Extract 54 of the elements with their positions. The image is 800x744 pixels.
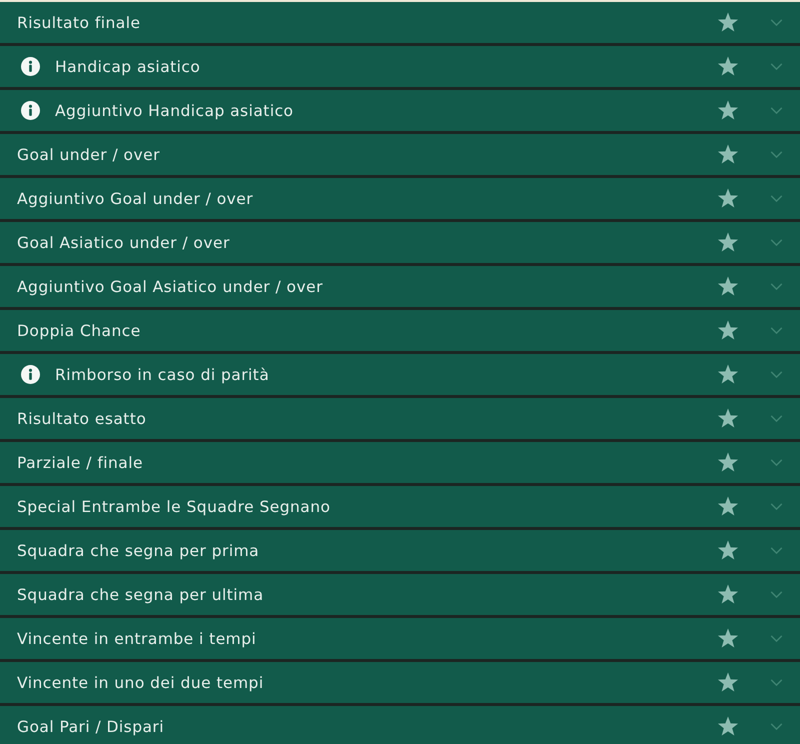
star-icon[interactable]: [717, 496, 739, 517]
star-icon[interactable]: [717, 716, 739, 737]
star-icon[interactable]: [717, 452, 739, 473]
market-name: Doppia Chance: [17, 322, 142, 340]
market-row[interactable]: Aggiuntivo Handicap asiatico: [0, 90, 800, 134]
market-name: Goal Pari / Dispari: [17, 718, 166, 736]
market-row[interactable]: Vincente in entrambe i tempi: [0, 618, 800, 662]
market-row[interactable]: Risultato finale: [0, 2, 800, 46]
star-icon[interactable]: [717, 188, 739, 209]
market-row[interactable]: Vincente in uno dei due tempi: [0, 662, 800, 706]
star-icon[interactable]: [717, 408, 739, 429]
market-name: Handicap asiatico: [55, 58, 202, 76]
star-icon[interactable]: [717, 584, 739, 605]
market-name: Risultato finale: [17, 14, 142, 32]
market-row[interactable]: Goal Pari / Dispari: [0, 706, 800, 744]
star-icon[interactable]: [717, 672, 739, 693]
star-icon[interactable]: [717, 540, 739, 561]
market-name: Squadra che segna per ultima: [17, 586, 265, 604]
market-name: Vincente in uno dei due tempi: [17, 674, 265, 692]
market-name: Goal Asiatico under / over: [17, 234, 231, 252]
market-row[interactable]: Risultato esatto: [0, 398, 800, 442]
market-name: Goal under / over: [17, 146, 161, 164]
star-icon[interactable]: [717, 364, 739, 385]
market-row[interactable]: Parziale / finale: [0, 442, 800, 486]
info-icon[interactable]: [21, 57, 40, 76]
star-icon[interactable]: [717, 232, 739, 253]
market-row[interactable]: Goal under / over: [0, 134, 800, 178]
star-icon[interactable]: [717, 320, 739, 341]
market-name: Squadra che segna per prima: [17, 542, 260, 560]
market-row[interactable]: Squadra che segna per prima: [0, 530, 800, 574]
info-icon[interactable]: [21, 365, 40, 384]
market-name: Aggiuntivo Handicap asiatico: [55, 102, 294, 120]
market-row[interactable]: Special Entrambe le Squadre Segnano: [0, 486, 800, 530]
market-row[interactable]: Doppia Chance: [0, 310, 800, 354]
market-name: Risultato esatto: [17, 410, 148, 428]
market-name: Rimborso in caso di parità: [55, 366, 270, 384]
market-name: Aggiuntivo Goal under / over: [17, 190, 254, 208]
market-name: Special Entrambe le Squadre Segnano: [17, 498, 332, 516]
market-name: Aggiuntivo Goal Asiatico under / over: [17, 278, 324, 296]
star-icon[interactable]: [717, 100, 739, 121]
star-icon[interactable]: [717, 628, 739, 649]
market-row[interactable]: Squadra che segna per ultima: [0, 574, 800, 618]
market-row[interactable]: Aggiuntivo Goal Asiatico under / over: [0, 266, 800, 310]
market-name: Parziale / finale: [17, 454, 144, 472]
info-icon[interactable]: [21, 101, 40, 120]
market-row[interactable]: Handicap asiatico: [0, 46, 800, 90]
star-icon[interactable]: [717, 144, 739, 165]
market-row[interactable]: Goal Asiatico under / over: [0, 222, 800, 266]
market-name: Vincente in entrambe i tempi: [17, 630, 258, 648]
market-row[interactable]: Rimborso in caso di parità: [0, 354, 800, 398]
star-icon[interactable]: [717, 276, 739, 297]
market-row[interactable]: Aggiuntivo Goal under / over: [0, 178, 800, 222]
star-icon[interactable]: [717, 56, 739, 77]
star-icon[interactable]: [717, 12, 739, 33]
